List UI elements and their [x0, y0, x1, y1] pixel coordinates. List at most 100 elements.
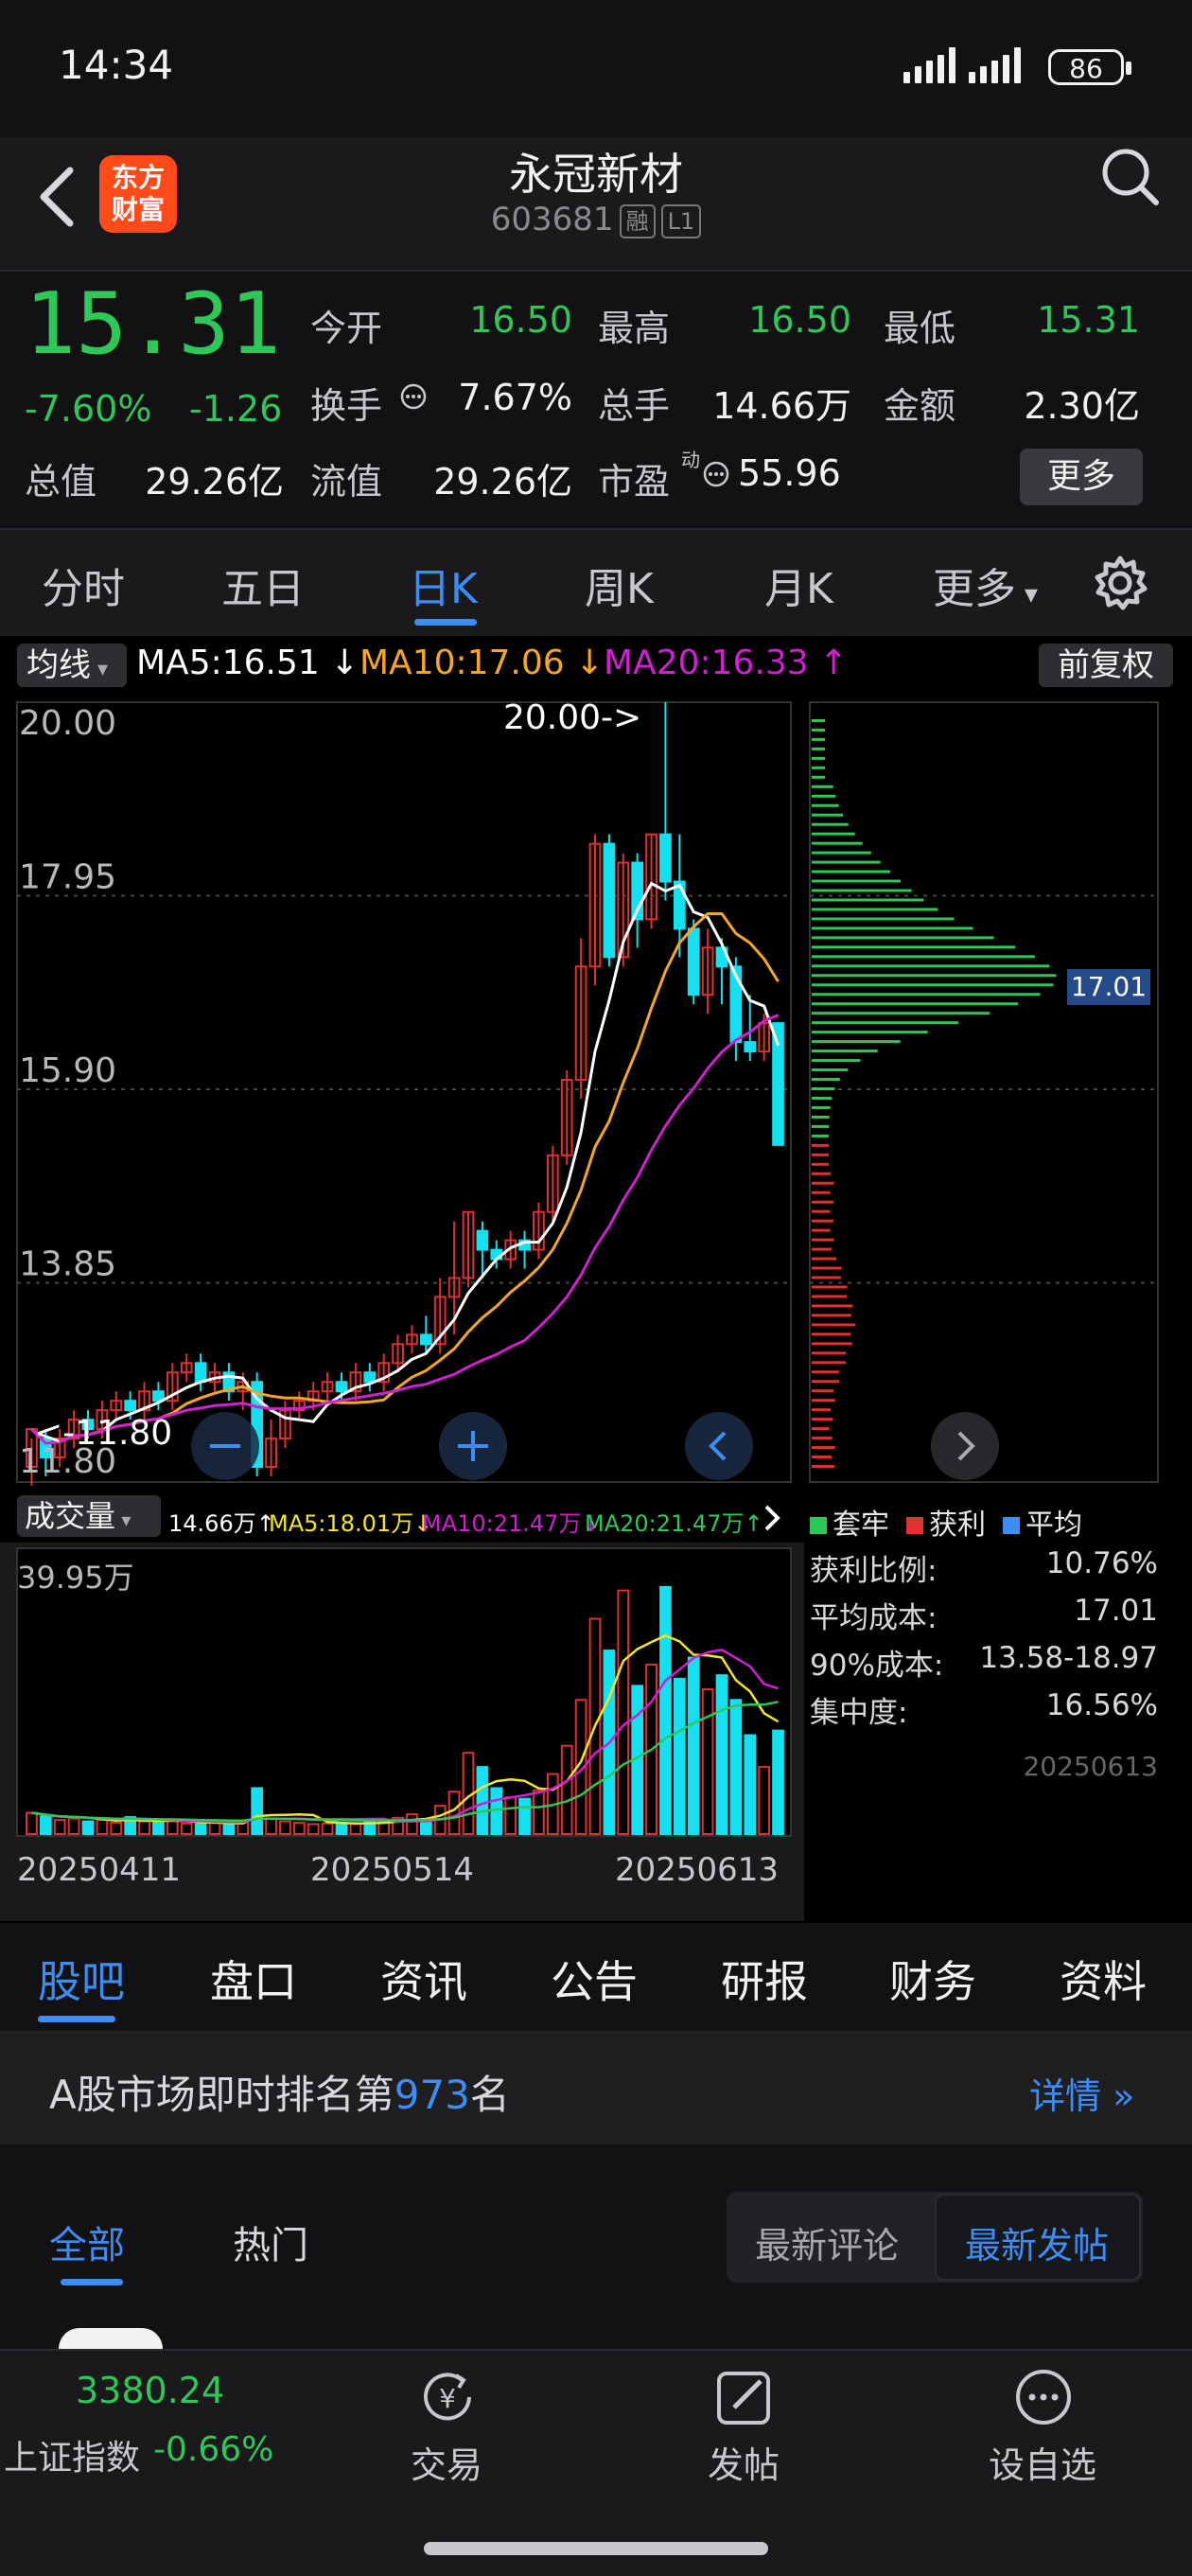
gear-icon[interactable]	[1090, 553, 1150, 613]
chip-bar	[812, 974, 1057, 978]
volume-bar	[81, 1820, 95, 1836]
nav-post-label[interactable]: 发帖	[649, 2436, 838, 2488]
volume-bar	[476, 1766, 489, 1836]
chip-bar	[812, 1257, 836, 1261]
tab-research[interactable]: 研报	[721, 1948, 808, 2010]
back-icon[interactable]	[28, 159, 85, 235]
index-value[interactable]: 3380.24	[76, 2370, 224, 2411]
rank-detail-link[interactable]: 详情 »	[1029, 2067, 1134, 2119]
tab-intraday[interactable]: 分时	[42, 555, 125, 615]
index-name[interactable]: 上证指数	[4, 2430, 140, 2479]
nav-watchlist-label[interactable]: 设自选	[948, 2436, 1137, 2488]
avg-cost-tag: 17.01	[1067, 969, 1150, 1005]
tab-pankou[interactable]: 盘口	[210, 1948, 297, 2010]
min-price-annotation: <-11.80	[34, 1414, 173, 1453]
chip-bar	[812, 1172, 832, 1175]
chip-bar	[812, 1304, 853, 1308]
candle-body	[744, 1041, 757, 1053]
chip-bar	[812, 1219, 833, 1223]
svg-text:¥: ¥	[439, 2383, 456, 2414]
volume-label: 总手	[598, 385, 671, 427]
ma-selector[interactable]: 均线 ▾	[17, 644, 127, 687]
trade-icon[interactable]: ¥	[414, 2364, 481, 2430]
chip-bar	[812, 1162, 830, 1166]
chip-bar	[812, 1342, 852, 1346]
chip-bar	[812, 737, 825, 741]
pe-dynamic-tag: 动	[681, 449, 700, 471]
chip-bar	[812, 851, 871, 855]
search-icon[interactable]	[1097, 144, 1164, 210]
pe-info-icon[interactable]	[702, 460, 730, 488]
home-indicator	[424, 2542, 768, 2555]
tab-monthly-k[interactable]: 月K	[764, 555, 833, 615]
caret-down-icon: ▾	[91, 658, 109, 681]
margin-tag: 融	[619, 203, 656, 238]
chip-bar	[812, 1361, 846, 1365]
chevron-right-icon[interactable]	[757, 1499, 787, 1537]
chip-bar	[812, 1105, 831, 1109]
float-label: 流值	[310, 461, 383, 503]
candle-body	[673, 880, 686, 930]
compose-icon[interactable]	[711, 2364, 778, 2430]
candle-body	[335, 1381, 348, 1393]
more-circle-icon[interactable]	[1010, 2364, 1077, 2430]
level-tag: L1	[660, 203, 702, 238]
tab-five-day[interactable]: 五日	[221, 555, 305, 615]
volume-bar	[687, 1656, 700, 1835]
more-quote-button[interactable]: 更多	[1020, 449, 1143, 505]
scroll-left-button[interactable]	[683, 1410, 755, 1482]
concentration-value: 16.56%	[1045, 1688, 1158, 1722]
chip-bar	[812, 917, 955, 921]
chip-bar	[812, 1399, 835, 1403]
tab-daily-k[interactable]: 日K	[409, 555, 478, 615]
sort-latest-post[interactable]: 最新发帖	[965, 2216, 1109, 2268]
battery-icon: 86	[1048, 49, 1131, 85]
turnover-label: 换手	[310, 385, 383, 427]
chip-bar	[812, 993, 1041, 997]
chip-bar	[812, 728, 825, 732]
pe-value: 55.96	[738, 452, 841, 494]
tab-guba[interactable]: 股吧	[38, 1948, 125, 2010]
chip-bar	[812, 1456, 833, 1459]
chip-bar	[812, 1266, 842, 1270]
candlestick-chart[interactable]: 20.0017.9515.9013.8511.80	[0, 691, 1192, 1495]
chip-bar	[812, 983, 1054, 987]
double-chevron-right-icon: »	[1101, 2075, 1135, 2117]
chip-bar	[812, 841, 863, 845]
sort-latest-comment[interactable]: 最新评论	[755, 2216, 899, 2268]
chip-bar	[812, 908, 938, 911]
volume-bar	[152, 1822, 165, 1835]
tab-more[interactable]: 更多 ▾	[933, 555, 1038, 615]
chip-bar	[812, 1153, 830, 1156]
expand-chips-button[interactable]	[929, 1410, 1001, 1482]
ma20-line	[30, 1014, 780, 1445]
mcap-value: 29.26亿	[145, 461, 284, 503]
candle-body	[476, 1229, 489, 1251]
volume-indicator-selector[interactable]: 成交量 ▾	[17, 1495, 161, 1537]
volume-value: 14.66万	[712, 385, 851, 427]
adjust-selector[interactable]: 前复权	[1039, 644, 1173, 687]
tab-news[interactable]: 资讯	[380, 1948, 467, 2010]
zoom-out-button[interactable]	[189, 1410, 261, 1482]
tab-announcements[interactable]: 公告	[551, 1948, 638, 2010]
chip-bar	[812, 1181, 834, 1185]
stock-code: 603681 融 L1	[407, 201, 785, 238]
vol-ma10-legend: MA10:21.47万↓	[422, 1510, 601, 1537]
price-tick-label: 13.85	[19, 1245, 116, 1284]
avg-cost-label: 平均成本:	[810, 1601, 938, 1635]
chip-bar	[812, 1096, 833, 1100]
filter-all[interactable]: 全部	[49, 2214, 125, 2269]
chip-bar	[812, 945, 1016, 949]
open-value: 16.50	[469, 299, 572, 341]
volume-bar	[251, 1787, 264, 1836]
avatar[interactable]	[59, 2328, 163, 2349]
zoom-in-button[interactable]	[437, 1410, 509, 1482]
candle-body	[419, 1333, 432, 1346]
filter-hot[interactable]: 热门	[233, 2214, 308, 2269]
nav-trade-label[interactable]: 交易	[352, 2436, 541, 2488]
tab-weekly-k[interactable]: 周K	[585, 555, 654, 615]
volume-bar	[673, 1677, 686, 1836]
tab-profile[interactable]: 资料	[1060, 1948, 1147, 2010]
tab-financials[interactable]: 财务	[889, 1948, 976, 2010]
ma10-legend: MA10:17.06 ↓	[359, 644, 605, 682]
